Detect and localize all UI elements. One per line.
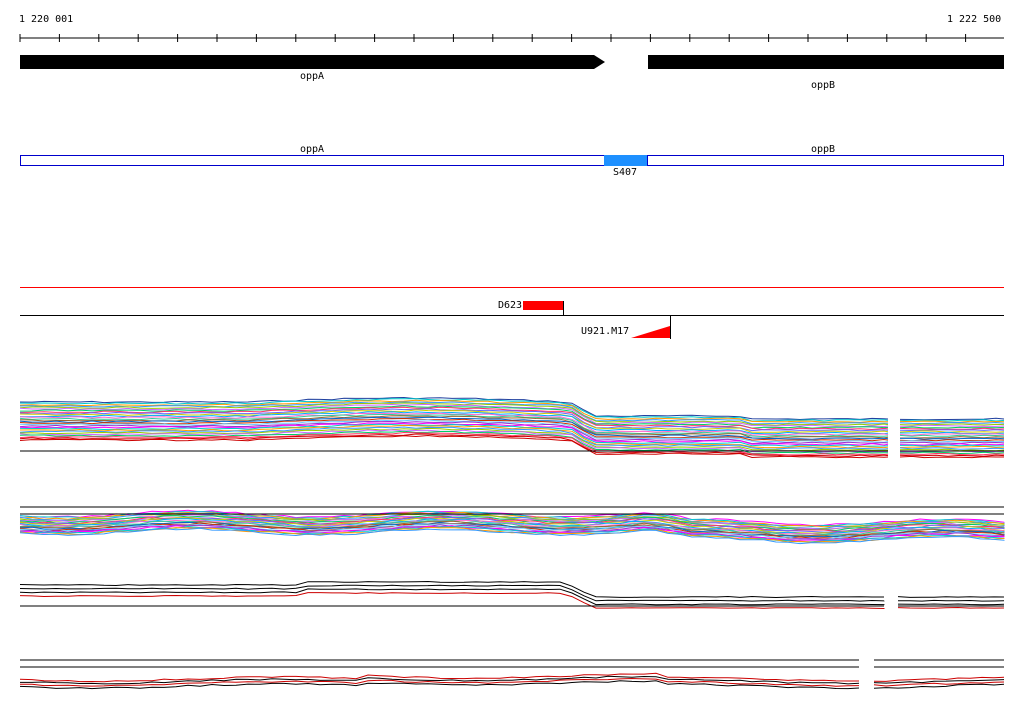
expression-track-3 <box>19 580 1005 610</box>
expression-trace <box>899 444 1005 447</box>
expression-trace <box>897 603 1005 606</box>
expression-trace <box>899 445 1005 449</box>
expression-trace <box>873 683 1005 689</box>
expression-trace <box>899 429 1005 432</box>
gene-arrow-oppA[interactable] <box>20 55 605 69</box>
annotation-track <box>20 155 1004 166</box>
expression-trace <box>899 455 1004 459</box>
feature-U921-M17[interactable] <box>631 326 670 338</box>
expression-track-1 <box>19 396 1005 459</box>
gene-arrow-oppB[interactable] <box>648 55 1004 69</box>
expression-trace <box>899 451 1005 455</box>
expression-trace <box>900 436 1005 439</box>
expression-trace <box>899 427 1005 430</box>
expression-trace <box>897 596 1005 598</box>
expression-trace <box>899 423 1005 426</box>
genome-browser-canvas <box>19 34 1005 690</box>
expression-trace <box>899 452 1005 456</box>
expression-trace <box>899 437 1005 440</box>
expression-trace <box>899 441 1005 445</box>
gene-arrows-track <box>20 55 1004 69</box>
expression-trace <box>899 430 1005 433</box>
expression-trace <box>897 606 1005 609</box>
expression-trace <box>899 426 1005 429</box>
feature-track <box>20 287 1004 339</box>
annotation-box-oppA[interactable] <box>20 155 605 166</box>
expression-track-2 <box>19 506 1005 545</box>
expression-trace <box>899 419 1005 422</box>
expression-trace <box>899 421 1005 425</box>
expression-trace <box>899 454 1005 457</box>
ruler <box>19 34 1004 42</box>
feature-D623[interactable] <box>523 301 563 310</box>
annotation-box-oppB[interactable] <box>647 155 1004 166</box>
expression-track-4 <box>19 659 1005 690</box>
annotation-segment-S407[interactable] <box>604 155 647 166</box>
expression-trace <box>899 417 1005 421</box>
expression-trace <box>898 599 1005 602</box>
expression-trace <box>900 424 1005 427</box>
